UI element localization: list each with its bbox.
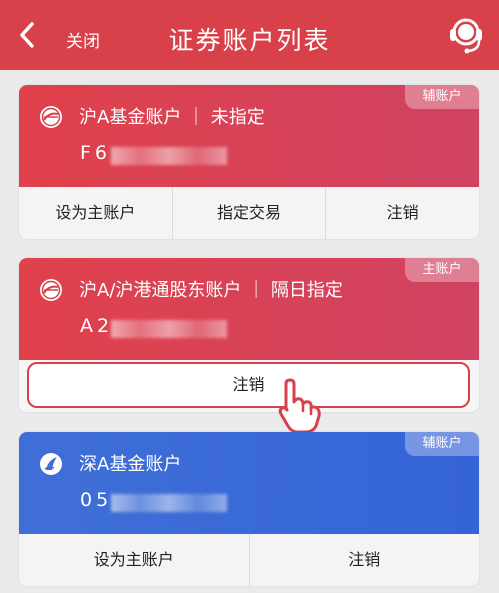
account-number-mask bbox=[111, 147, 227, 165]
account-number: F6 bbox=[80, 142, 112, 164]
account-card-sh-fund: 辅账户 沪A基金账户 ｜ 未指定 F6 设为主账户 指定交易 注销 bbox=[19, 85, 479, 239]
account-name: 深A基金账户 bbox=[79, 454, 182, 475]
account-number-mask bbox=[111, 320, 227, 338]
set-primary-button[interactable]: 设为主账户 bbox=[19, 187, 172, 239]
szse-logo-icon bbox=[40, 453, 62, 475]
account-number: 05 bbox=[80, 489, 113, 511]
cancel-account-button[interactable]: 注销 bbox=[248, 534, 480, 586]
account-card-header: 辅账户 沪A基金账户 ｜ 未指定 F6 bbox=[19, 85, 479, 187]
page-title: 证券账户列表 bbox=[168, 26, 331, 55]
account-actions: 设为主账户 指定交易 注销 bbox=[19, 187, 479, 239]
pointing-hand-icon bbox=[278, 378, 321, 434]
account-number-mask bbox=[111, 494, 227, 512]
account-role-badge: 辅账户 bbox=[405, 85, 479, 109]
customer-service-icon[interactable] bbox=[446, 14, 486, 56]
account-role-badge: 主账户 bbox=[405, 258, 479, 282]
account-name: 沪A基金账户 ｜ 未指定 bbox=[79, 107, 265, 128]
header-bar: 关闭 证券账户列表 bbox=[0, 0, 499, 70]
sse-logo-icon bbox=[40, 279, 62, 301]
account-card-header: 主账户 沪A/沪港通股东账户 ｜ 隔日指定 A2 bbox=[19, 258, 479, 360]
account-card-sz-fund: 辅账户 深A基金账户 05 设为主账户 注销 bbox=[19, 432, 479, 586]
sse-logo-icon bbox=[40, 106, 62, 128]
account-name: 沪A/沪港通股东账户 ｜ 隔日指定 bbox=[79, 280, 343, 301]
account-role-badge: 辅账户 bbox=[405, 432, 479, 456]
cancel-account-button[interactable]: 注销 bbox=[325, 187, 479, 239]
set-primary-button[interactable]: 设为主账户 bbox=[19, 534, 249, 586]
cancel-account-button[interactable]: 注销 bbox=[27, 362, 470, 408]
designate-trade-button[interactable]: 指定交易 bbox=[171, 187, 326, 239]
account-number: A2 bbox=[80, 315, 114, 337]
account-actions: 设为主账户 注销 bbox=[19, 534, 479, 586]
account-card-header: 辅账户 深A基金账户 05 bbox=[19, 432, 479, 534]
